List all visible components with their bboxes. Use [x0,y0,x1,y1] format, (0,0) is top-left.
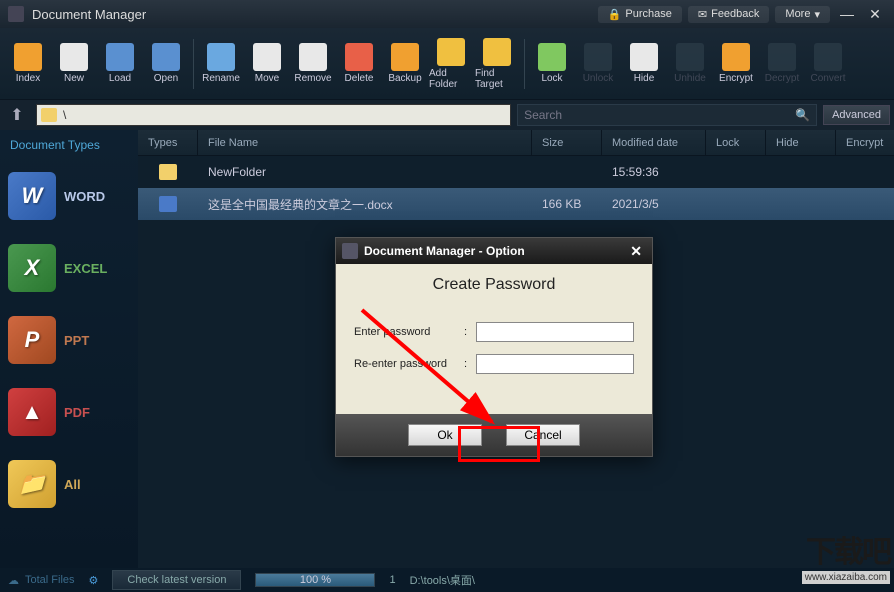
col-encrypt[interactable]: Encrypt [836,130,894,155]
reenter-password-input[interactable] [476,354,634,374]
toolbar-add-folder[interactable]: Add Folder [429,38,473,90]
search-input[interactable]: Search 🔍 [517,104,817,126]
sidebar-item-all[interactable]: 📁All [0,448,138,520]
path-input[interactable]: \ [36,104,511,126]
toolbar-unlock: Unlock [576,43,620,84]
enter-password-label: Enter password [354,326,464,338]
app-icon [8,6,24,22]
dialog-title: Document Manager - Option [364,244,525,258]
toolbar-remove[interactable]: Remove [291,43,335,84]
create-password-dialog: Document Manager - Option ✕ Create Passw… [335,237,653,457]
toolbar-new[interactable]: New [52,43,96,84]
file-count: 1 [389,574,395,586]
dialog-heading: Create Password [354,276,634,294]
minimize-button[interactable]: — [836,6,858,22]
search-placeholder: Search [524,108,562,122]
all-icon: 📁 [8,460,56,508]
word-icon: W [8,172,56,220]
reenter-password-label: Re-enter password [354,358,464,370]
sidebar-title: Document Types [0,130,138,160]
col-modified[interactable]: Modified date [602,130,706,155]
path-text: \ [63,108,66,122]
settings-icon[interactable]: ⚙ [89,574,99,587]
main-toolbar: IndexNewLoadOpen RenameMoveRemoveDeleteBa… [0,28,894,100]
feedback-button[interactable]: ✉Feedback [688,6,770,23]
toolbar-rename[interactable]: Rename [199,43,243,84]
col-size[interactable]: Size [532,130,602,155]
toolbar-open[interactable]: Open [144,43,188,84]
folder-icon [159,164,177,180]
ok-button[interactable]: Ok [408,424,482,446]
status-bar: ☁Total Files ⚙ Check latest version 100 … [0,568,894,592]
toolbar-encrypt[interactable]: Encrypt [714,43,758,84]
column-headers: Types File Name Size Modified date Lock … [138,130,894,156]
purchase-button[interactable]: 🔒Purchase [598,6,682,23]
folder-icon [41,108,57,122]
toolbar-lock[interactable]: Lock [530,43,574,84]
toolbar-hide[interactable]: Hide [622,43,666,84]
excel-icon: X [8,244,56,292]
col-lock[interactable]: Lock [706,130,766,155]
total-files-label: ☁Total Files [8,574,75,587]
advanced-button[interactable]: Advanced [823,105,890,125]
toolbar-decrypt: Decrypt [760,43,804,84]
enter-password-input[interactable] [476,322,634,342]
search-icon: 🔍 [795,108,810,122]
pdf-icon: ▲ [8,388,56,436]
check-version-button[interactable]: Check latest version [112,570,241,590]
app-title: Document Manager [32,7,592,22]
toolbar-index[interactable]: Index [6,43,50,84]
up-folder-button[interactable]: ⬆ [4,104,30,126]
close-button[interactable]: ✕ [864,6,886,23]
dialog-title-bar[interactable]: Document Manager - Option ✕ [336,238,652,264]
sidebar-item-excel[interactable]: XEXCEL [0,232,138,304]
file-row[interactable]: NewFolder15:59:36 [138,156,894,188]
cancel-button[interactable]: Cancel [506,424,580,446]
toolbar-backup[interactable]: Backup [383,43,427,84]
doc-icon [159,196,177,212]
sidebar: Document Types WWORDXEXCELPPPT▲PDF📁All [0,130,138,568]
sidebar-item-word[interactable]: WWORD [0,160,138,232]
sidebar-item-pdf[interactable]: ▲PDF [0,376,138,448]
dialog-icon [342,243,358,259]
toolbar-delete[interactable]: Delete [337,43,381,84]
more-button[interactable]: More▾ [775,6,830,23]
toolbar-convert: Convert [806,43,850,84]
status-path: D:\tools\桌面\ [410,572,475,588]
progress-bar: 100 % [255,573,375,587]
col-types[interactable]: Types [138,130,198,155]
toolbar-unhide: Unhide [668,43,712,84]
toolbar-find-target[interactable]: Find Target [475,38,519,90]
col-hide[interactable]: Hide [766,130,836,155]
col-filename[interactable]: File Name [198,130,532,155]
dialog-close-button[interactable]: ✕ [626,243,646,260]
path-bar: ⬆ \ Search 🔍 Advanced [0,100,894,130]
title-bar: Document Manager 🔒Purchase ✉Feedback Mor… [0,0,894,28]
toolbar-move[interactable]: Move [245,43,289,84]
sidebar-item-ppt[interactable]: PPPT [0,304,138,376]
ppt-icon: P [8,316,56,364]
file-row[interactable]: 这是全中国最经典的文章之一.docx166 KB2021/3/5 [138,188,894,220]
toolbar-load[interactable]: Load [98,43,142,84]
